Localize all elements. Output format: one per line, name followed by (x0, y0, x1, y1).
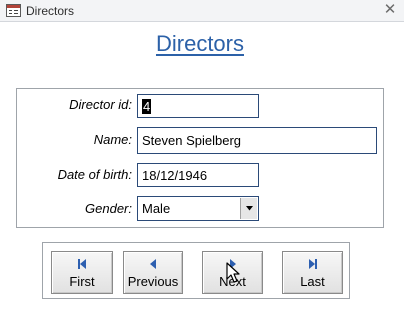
window-titlebar: Directors ✕ (0, 0, 404, 22)
form-title: Directors (155, 31, 244, 56)
name-label: Name: (93, 132, 132, 147)
gender-value: Male (142, 201, 171, 216)
mouse-pointer-icon (226, 262, 240, 283)
close-icon: ✕ (383, 1, 397, 18)
dropdown-button[interactable] (240, 198, 257, 219)
dob-value: 18/12/1946 (142, 167, 208, 183)
first-record-label: First (69, 274, 95, 289)
previous-record-label: Previous (127, 274, 179, 289)
window-title: Directors (26, 4, 75, 18)
previous-record-button[interactable]: Previous (123, 251, 183, 294)
last-record-icon (308, 259, 317, 269)
dob-label: Date of birth: (57, 167, 132, 182)
previous-record-icon (150, 259, 156, 269)
name-value: Steven Spielberg (142, 133, 242, 148)
close-button[interactable]: ✕ (382, 2, 398, 18)
dropdown-arrow-icon (245, 206, 253, 211)
dob-field[interactable]: 18/12/1946 (137, 163, 259, 187)
gender-dropdown[interactable]: Male (137, 196, 259, 221)
director-id-field[interactable]: 4 (137, 94, 259, 118)
form-icon (6, 4, 21, 17)
gender-label: Gender: (85, 201, 132, 216)
director-id-value: 4 (142, 98, 152, 114)
first-record-icon (78, 259, 86, 269)
last-record-label: Last (300, 274, 325, 289)
first-record-button[interactable]: First (51, 251, 113, 294)
name-field[interactable]: Steven Spielberg (137, 127, 377, 154)
director-id-label: Director id: (69, 97, 132, 112)
last-record-button[interactable]: Last (282, 251, 343, 294)
